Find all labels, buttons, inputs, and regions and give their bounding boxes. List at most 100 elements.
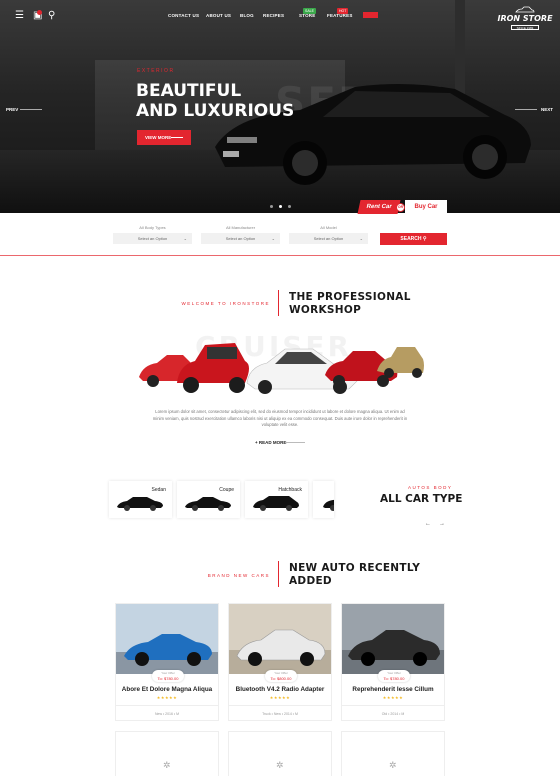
rent-car-tab[interactable]: Rent Car [357, 200, 401, 214]
car-type-coupe[interactable]: Coupe [177, 481, 240, 518]
or-badge: OR [396, 203, 405, 212]
section-divider [0, 255, 560, 256]
next-label: NEXT [541, 107, 554, 112]
arrow-right-icon [171, 137, 183, 138]
car-types-next-arrow[interactable]: → [439, 521, 445, 527]
logo-car-icon [515, 6, 535, 13]
prev-line [20, 109, 42, 110]
rating-stars: ★★★★★ [269, 695, 291, 700]
product-card-loading: ✲ [228, 731, 332, 776]
filter-model-label: All Model [320, 225, 337, 230]
nav-store[interactable]: STORE [299, 13, 315, 18]
loading-spinner-icon: ✲ [276, 760, 284, 770]
price-tag: Your Offer To: $780.00 [378, 670, 410, 682]
car-type-hatchback[interactable]: Hatchback [245, 481, 308, 518]
view-more-button[interactable]: VIEW MORE [137, 130, 191, 145]
manufacturer-value: Select an Option [225, 236, 256, 241]
nav-features[interactable]: FEATURES [327, 13, 353, 18]
new-cars-kicker: BRAND NEW CARS [207, 573, 270, 578]
product-card-loading: ✲ [341, 731, 445, 776]
logo-name: IRON STORE [497, 14, 553, 23]
hero-title-line1: BEAUTIFUL [136, 81, 242, 101]
car-type-partial[interactable] [313, 481, 334, 518]
workshop-cars-image [139, 343, 424, 394]
hero-slider: SEDAN ☰ ▣ ⚲ CONTACT US ABOUT US BLOG REC… [0, 0, 560, 213]
price: To: $800.00 [270, 676, 292, 681]
workshop-description: Lorem ipsum dolor sit amet, consectetur … [152, 409, 408, 427]
workshop-title-line2: WORKSHOP [289, 304, 362, 316]
model-value: Select an Option [313, 236, 344, 241]
product-image[interactable] [229, 604, 331, 674]
buy-car-tab[interactable]: Buy Car [405, 200, 447, 214]
workshop-kicker: WELCOME TO IRONSTORE [181, 301, 270, 306]
product-meta: New • 2016 • M [116, 705, 218, 722]
search-icon: ⚲ [422, 236, 427, 242]
filter-manufacturer-label: All Manufacturer [225, 225, 256, 230]
price-tag: Your Offer To: $800.00 [265, 670, 297, 682]
read-more-label: READ MORE [258, 440, 287, 445]
chevron-down-icon: ⌄ [359, 236, 363, 241]
nav-recipes[interactable]: RECIPES [263, 13, 284, 18]
nav-blog[interactable]: BLOG [240, 13, 254, 18]
body-type-value: Select an Option [137, 236, 168, 241]
search-icon[interactable]: ⚲ [48, 11, 55, 21]
car-types-kicker: AUTOS BODY [408, 485, 453, 490]
rating-stars: ★★★★★ [156, 695, 178, 700]
slide-dot-1[interactable] [270, 205, 273, 208]
prev-slide-button[interactable]: PREV [6, 107, 42, 112]
new-cars-title-bar [278, 561, 279, 587]
product-card[interactable]: Your Offer To: $780.00 Abore Et Dolore Ma… [115, 603, 219, 721]
product-image[interactable] [116, 604, 218, 674]
menu-icon[interactable]: ☰ [15, 11, 24, 21]
sedan-icon [117, 497, 163, 511]
workshop-title-line1: THE PROFESSIONAL [289, 291, 411, 303]
nav-active-item[interactable] [363, 12, 378, 18]
product-image[interactable] [342, 604, 444, 674]
slide-dot-2[interactable] [279, 205, 282, 208]
product-card[interactable]: Your Offer To: $800.00 Bluetooth V4.2 Rad… [228, 603, 332, 721]
hero-title-line2: AND LUXURIOUS [136, 101, 295, 121]
search-button-label: SEARCH [400, 236, 422, 242]
car-type-label: Coupe [219, 487, 234, 493]
site-logo[interactable]: IRON STORE SINCE 1983 [497, 4, 553, 32]
car-icon [323, 499, 334, 511]
logo-subtitle: SINCE 1983 [511, 25, 539, 30]
price-tag: Your Offer To: $780.00 [152, 670, 184, 682]
new-cars-title-line2: ADDED [289, 575, 332, 587]
slide-dot-3[interactable] [288, 205, 291, 208]
product-card[interactable]: Your Offer To: $780.00 Reprehenderit Iess… [341, 603, 445, 721]
hatchback-icon [253, 496, 299, 511]
product-title[interactable]: Bluetooth V4.2 Radio Adapter [229, 686, 331, 693]
car-red-suv [177, 343, 249, 393]
manufacturer-select[interactable]: Select an Option ⌄ [201, 233, 280, 244]
chevron-down-icon: ⌄ [183, 236, 187, 241]
hero-title: BEAUTIFUL AND LUXURIOUS [136, 81, 294, 121]
nav-contact-us[interactable]: CONTACT US [168, 13, 199, 18]
model-select[interactable]: Select an Option ⌄ [289, 233, 368, 244]
car-types-prev-arrow[interactable]: ← [425, 521, 431, 527]
car-types-title: ALL CAR TYPE [380, 493, 463, 505]
read-more-line [285, 442, 305, 443]
search-button[interactable]: SEARCH ⚲ [380, 233, 447, 245]
next-slide-button[interactable]: NEXT [515, 107, 554, 112]
product-title[interactable]: Reprehenderit Iesse Cillum [342, 686, 444, 693]
nav-about-us[interactable]: ABOUT US [206, 13, 231, 18]
new-cars-title: NEW AUTO RECENTLY ADDED [289, 562, 420, 588]
product-title[interactable]: Abore Et Dolore Magna Aliqua [116, 686, 218, 693]
view-more-label: VIEW MORE [145, 135, 172, 140]
workshop-title: THE PROFESSIONAL WORKSHOP [289, 291, 411, 317]
product-meta: Old • 2014 • M [342, 705, 444, 722]
workshop-title-bar [278, 290, 279, 316]
car-type-label: Hatchback [278, 487, 302, 493]
body-type-select[interactable]: Select an Option ⌄ [113, 233, 192, 244]
top-navigation: ☰ ▣ ⚲ CONTACT US ABOUT US BLOG RECIPES S… [0, 0, 560, 34]
car-type-sedan[interactable]: Sedan [109, 481, 172, 518]
filter-body-label: All Body Types [139, 225, 166, 230]
read-more-link[interactable]: + READ MORE [255, 440, 305, 445]
coupe-icon [185, 497, 231, 511]
price: To: $780.00 [383, 676, 405, 681]
hero-kicker: EXTERIOR [137, 68, 175, 74]
cart-badge [37, 10, 42, 15]
prev-label: PREV [6, 107, 19, 112]
rating-stars: ★★★★★ [382, 695, 404, 700]
